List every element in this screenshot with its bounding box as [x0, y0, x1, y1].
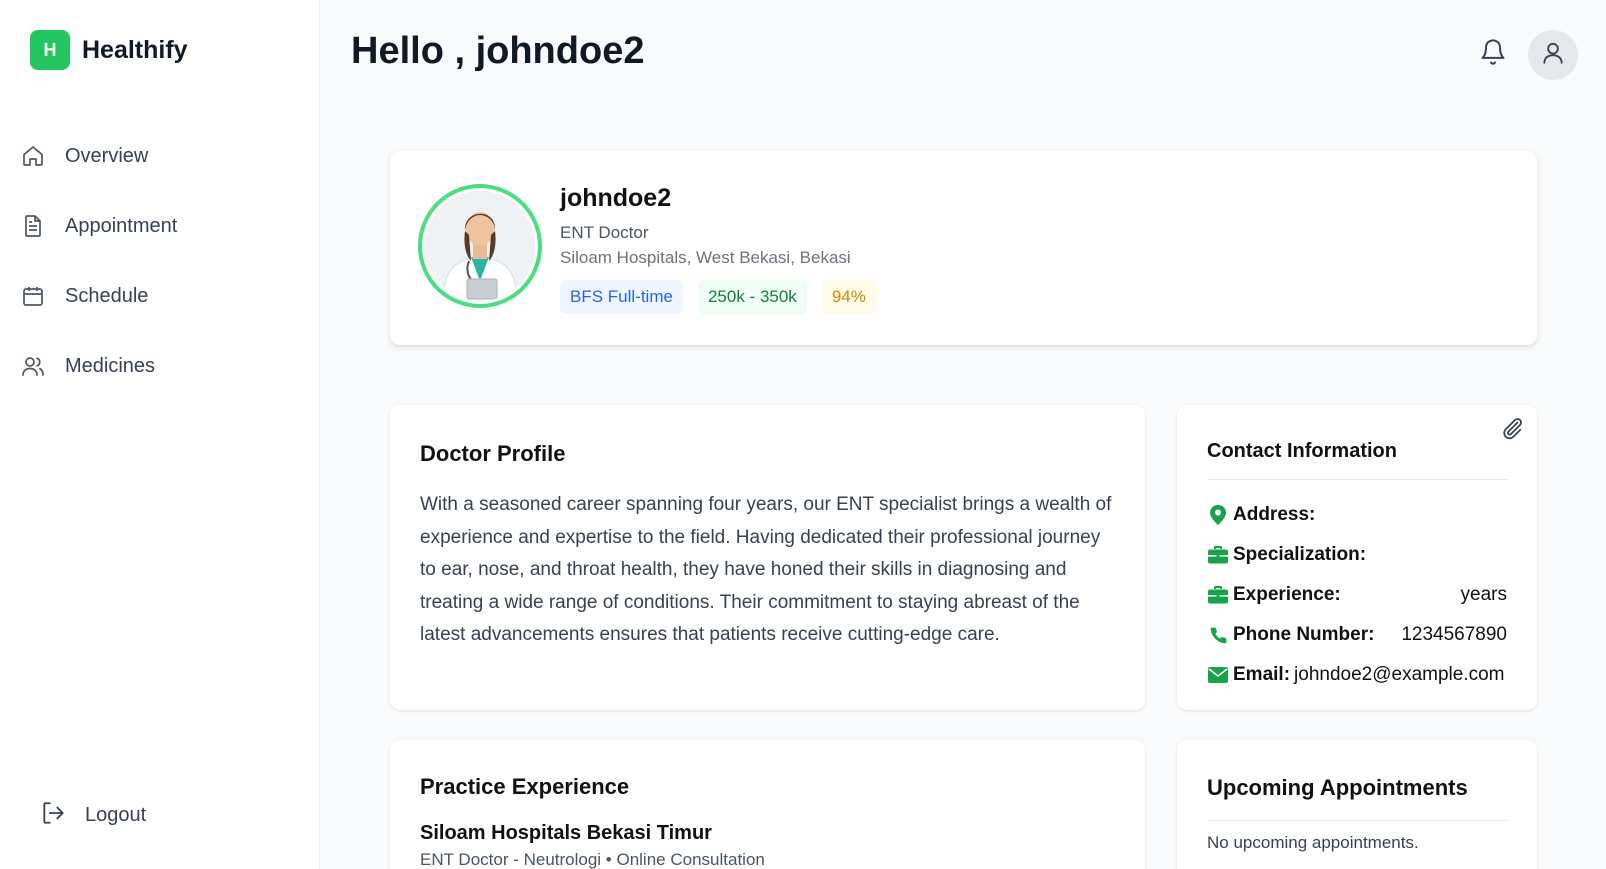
page-title: Hello , johndoe2 [351, 30, 645, 72]
practice-experience-card: Practice Experience Siloam Hospitals Bek… [390, 740, 1145, 869]
upcoming-title: Upcoming Appointments [1207, 775, 1468, 800]
calendar-icon [20, 283, 46, 309]
users-icon [20, 353, 46, 379]
map-pin-icon [1207, 504, 1229, 526]
experience-label: Experience: [1233, 584, 1341, 605]
brand-name: Healthify [82, 35, 188, 64]
sidebar-item-label: Medicines [65, 354, 156, 377]
contact-list: Address: Specialization: Experience: yea… [1207, 495, 1507, 695]
upcoming-appointments-card: Upcoming Appointments No upcoming appoin… [1177, 740, 1537, 869]
briefcase-icon [1207, 584, 1229, 606]
user-icon [1540, 40, 1566, 71]
upcoming-empty-text: No upcoming appointments. [1207, 833, 1419, 852]
contact-card: Contact Information Address: Specializat… [1177, 405, 1537, 710]
specialization-label: Specialization: [1233, 544, 1367, 565]
experience-value: years [1460, 584, 1507, 605]
divider [1207, 820, 1507, 821]
phone-value: 1234567890 [1401, 624, 1507, 645]
doctor-hospital: Siloam Hospitals, West Bekasi, Bekasi [560, 248, 851, 267]
doctor-role: ENT Doctor [560, 223, 649, 242]
doctor-bio: With a seasoned career spanning four yea… [420, 494, 1112, 645]
doctor-avatar [418, 184, 542, 308]
doctor-profile-card: Doctor Profile With a seasoned career sp… [390, 405, 1145, 710]
logout-button[interactable]: Logout [40, 795, 146, 835]
address-label: Address: [1233, 504, 1316, 525]
sidebar-item-label: Schedule [65, 284, 149, 307]
paperclip-icon[interactable] [1499, 415, 1525, 441]
sidebar-item-label: Appointment [65, 214, 178, 237]
envelope-icon [1207, 664, 1229, 686]
sidebar-nav: Overview Appointment Schedule Medicines [20, 136, 177, 416]
sidebar-item-medicines[interactable]: Medicines [20, 346, 177, 386]
logout-icon [40, 800, 66, 831]
sidebar-item-overview[interactable]: Overview [20, 136, 177, 176]
divider [1207, 479, 1507, 480]
doctor-photo [425, 191, 535, 301]
badge-list: BFS Full-time 250k - 350k 94% [560, 280, 891, 314]
document-icon [20, 213, 46, 239]
practice-title: Practice Experience [420, 774, 630, 799]
notification-button[interactable] [1477, 38, 1509, 70]
profile-card: johndoe2 ENT Doctor Siloam Hospitals, We… [390, 151, 1537, 345]
email-label: Email: [1233, 664, 1291, 685]
contact-row-experience: Experience: years [1207, 575, 1507, 615]
contact-row-address: Address: [1207, 495, 1507, 535]
briefcase-icon [1207, 544, 1229, 566]
brand[interactable]: H Healthify [30, 30, 188, 70]
sidebar: H Healthify Overview Appointment Schedul… [0, 0, 320, 869]
phone-label: Phone Number: [1233, 624, 1375, 645]
doctor-profile-title: Doctor Profile [420, 441, 566, 466]
user-avatar-button[interactable] [1528, 30, 1578, 80]
brand-logo: H [30, 30, 70, 70]
sidebar-item-appointment[interactable]: Appointment [20, 206, 177, 246]
practice-subtitle: ENT Doctor - Neutrologi • Online Consult… [420, 850, 765, 869]
employment-badge: BFS Full-time [560, 280, 683, 314]
fee-badge: 250k - 350k [697, 280, 807, 314]
rating-badge: 94% [821, 280, 876, 314]
sidebar-item-schedule[interactable]: Schedule [20, 276, 177, 316]
home-icon [20, 143, 46, 169]
contact-title: Contact Information [1207, 440, 1397, 462]
logout-label: Logout [85, 803, 147, 826]
practice-hospital: Siloam Hospitals Bekasi Timur [420, 822, 712, 844]
doctor-name: johndoe2 [560, 184, 672, 212]
bell-icon [1479, 38, 1507, 71]
contact-row-email: Email: johndoe2@example.com [1207, 655, 1507, 695]
contact-row-phone: Phone Number: 1234567890 [1207, 615, 1507, 655]
sidebar-item-label: Overview [65, 144, 149, 167]
email-value: johndoe2@example.com [1294, 664, 1505, 685]
phone-icon [1207, 624, 1229, 646]
contact-row-specialization: Specialization: [1207, 535, 1507, 575]
